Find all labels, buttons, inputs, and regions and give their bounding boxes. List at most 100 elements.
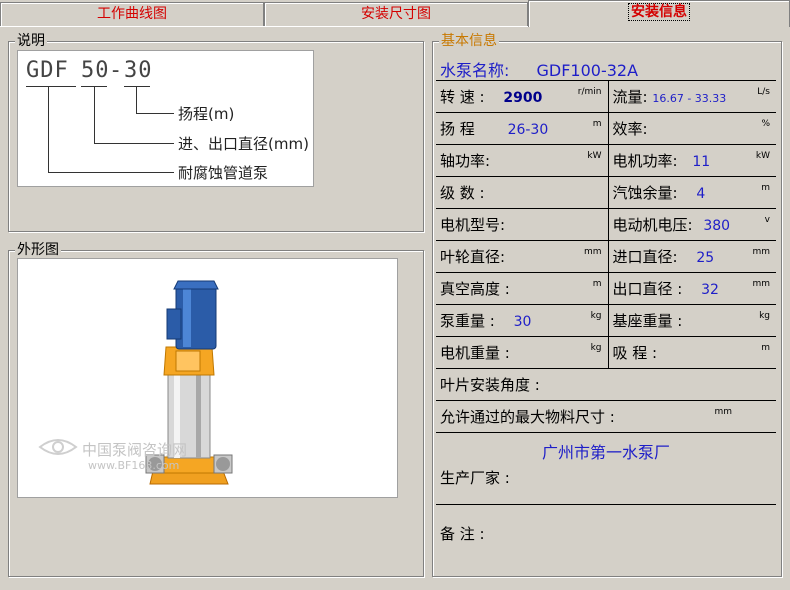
shaft-power-label: 轴功率: <box>440 152 491 170</box>
flow-value: 16.67 - 33.33 <box>652 92 727 105</box>
pump-name-value: GDF100-32A <box>536 61 639 80</box>
flow-cell: 流量: 16.67 - 33.33 L/s <box>607 80 776 113</box>
leader-head-v <box>136 86 137 113</box>
code-head: 30 <box>124 58 153 83</box>
code-dash: - <box>109 58 124 83</box>
voltage-label: 电动机电压: <box>612 216 693 234</box>
inlet-label: 进口直径: <box>612 248 678 266</box>
head-cell: 扬 程 26-30 m <box>436 112 609 145</box>
head-unit: m <box>592 119 602 129</box>
head-value: 26-30 <box>507 122 549 138</box>
vacuum-cell: 真空高度 : m <box>436 272 609 305</box>
speed-value: 2900 <box>503 90 543 106</box>
motor-model-label: 电机型号: <box>440 216 506 234</box>
base-weight-label: 基座重量 : <box>612 312 683 330</box>
inlet-value: 25 <box>696 250 715 266</box>
code-prefix: GDF <box>26 58 69 83</box>
info-legend: 基本信息 <box>439 32 499 50</box>
label-head: 扬程(m) <box>178 105 235 123</box>
voltage-unit: v <box>764 215 770 225</box>
outlet-value: 32 <box>701 282 719 298</box>
blade-angle-label: 叶片安装角度 : <box>440 376 540 394</box>
impeller-cell: 叶轮直径: mm <box>436 240 609 273</box>
tab-performance-curve[interactable]: 工作曲线图 <box>0 2 264 26</box>
shaft-power-cell: 轴功率: kW <box>436 144 609 177</box>
impeller-unit: mm <box>583 247 602 257</box>
base-weight-unit: kg <box>759 311 770 321</box>
manufacturer-label: 生产厂家 : <box>440 469 510 487</box>
efficiency-label: 效率: <box>612 120 648 138</box>
pump-name-label: 水泵名称: <box>440 61 510 80</box>
blade-angle-cell: 叶片安装角度 : <box>436 368 776 401</box>
max-particle-unit: mm <box>714 407 732 417</box>
npsh-label: 汽蚀余量: <box>612 184 678 202</box>
flow-unit: L/s <box>757 87 770 97</box>
watermark-url: www.BF163.com <box>88 459 180 472</box>
leader-type-v <box>48 86 49 172</box>
motor-power-unit: kW <box>755 151 770 161</box>
efficiency-cell: 效率: % <box>607 112 776 145</box>
table-row: 叶片安装角度 : <box>436 368 776 401</box>
flow-label: 流量: <box>612 88 648 106</box>
table-row: 级 数 : 汽蚀余量: 4 m <box>436 176 776 209</box>
table-row: 真空高度 : m 出口直径 : 32 mm <box>436 272 776 305</box>
tab-install-dimensions[interactable]: 安装尺寸图 <box>264 2 528 26</box>
table-row: 电机重量 : kg 吸 程 : m <box>436 336 776 369</box>
leader-diameter-h <box>94 143 174 144</box>
table-row: 电机型号: 电动机电压: 380 v <box>436 208 776 241</box>
pump-weight-value: 30 <box>513 314 532 330</box>
npsh-cell: 汽蚀余量: 4 m <box>607 176 776 209</box>
pump-weight-unit: kg <box>590 311 602 321</box>
suction-cell: 吸 程 : m <box>607 336 776 369</box>
code-flow: 50 <box>81 58 110 83</box>
suction-unit: m <box>761 343 770 353</box>
max-particle-cell: 允许通过的最大物料尺寸 : mm <box>436 400 776 433</box>
tab-install-info[interactable]: 安装信息 <box>528 0 790 27</box>
pump-name: 水泵名称: GDF100-32A <box>440 57 638 81</box>
head-label: 扬 程 <box>440 120 475 138</box>
table-row: 轴功率: kW 电机功率: 11 kW <box>436 144 776 177</box>
max-particle-label: 允许通过的最大物料尺寸 : <box>440 408 615 426</box>
tab-bar: 工作曲线图 安装尺寸图 安装信息 <box>0 0 790 28</box>
leader-diameter-v <box>94 86 95 143</box>
motor-weight-label: 电机重量 : <box>440 344 510 362</box>
table-row: 备 注 : <box>436 504 776 563</box>
appearance-legend: 外形图 <box>15 241 61 259</box>
manufacturer-value: 广州市第一水泵厂 <box>541 443 670 462</box>
label-diameter: 进、出口直径(mm) <box>178 135 309 153</box>
voltage-cell: 电动机电压: 380 v <box>607 208 776 241</box>
motor-model-cell: 电机型号: <box>436 208 609 241</box>
underline-prefix <box>26 86 76 87</box>
table-row: 泵重量 : 30 kg 基座重量 : kg <box>436 304 776 337</box>
pump-weight-cell: 泵重量 : 30 kg <box>436 304 609 337</box>
outlet-unit: mm <box>752 279 770 289</box>
shaft-power-unit: kW <box>587 151 602 161</box>
vacuum-unit: m <box>592 279 602 289</box>
speed-cell: 转 速 : 2900 r/min <box>436 80 609 113</box>
remarks-label: 备 注 : <box>440 525 485 544</box>
speed-label: 转 速 : <box>440 88 485 106</box>
speed-unit: r/min <box>577 87 602 97</box>
base-weight-cell: 基座重量 : kg <box>607 304 776 337</box>
table-row: 允许通过的最大物料尺寸 : mm <box>436 400 776 433</box>
table-row: 扬 程 26-30 m 效率: % <box>436 112 776 145</box>
watermark-text: 中国泵阀咨询网 <box>82 441 188 459</box>
leader-type-h <box>48 172 174 173</box>
motor-power-label: 电机功率: <box>612 152 678 170</box>
table-row: 叶轮直径: mm 进口直径: 25 mm <box>436 240 776 273</box>
voltage-value: 380 <box>703 218 731 234</box>
suction-label: 吸 程 : <box>612 344 658 362</box>
description-legend: 说明 <box>15 32 47 50</box>
stage-label: 级 数 : <box>440 184 485 202</box>
remarks-cell: 备 注 : <box>436 504 776 563</box>
npsh-unit: m <box>761 183 770 193</box>
inlet-unit: mm <box>752 247 770 257</box>
leader-head-h <box>136 113 174 114</box>
impeller-label: 叶轮直径: <box>440 248 506 266</box>
inlet-cell: 进口直径: 25 mm <box>607 240 776 273</box>
label-type: 耐腐蚀管道泵 <box>178 164 269 182</box>
outlet-cell: 出口直径 : 32 mm <box>607 272 776 305</box>
motor-weight-cell: 电机重量 : kg <box>436 336 609 369</box>
npsh-value: 4 <box>696 186 706 202</box>
efficiency-unit: % <box>761 119 770 129</box>
